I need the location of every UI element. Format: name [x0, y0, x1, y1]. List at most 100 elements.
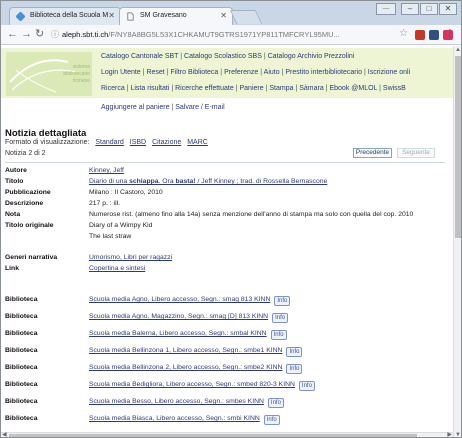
- field-label: Biblioteca: [5, 347, 38, 354]
- nav-link-stampa[interactable]: Stampa: [269, 85, 293, 92]
- user-nav: Login Utente | Reset | Filtro Biblioteca…: [101, 69, 411, 76]
- holding-link[interactable]: Scuola media Biasca, Libero accesso, Seg…: [89, 415, 260, 422]
- format-marc-link[interactable]: MARC: [187, 139, 208, 146]
- field-label: Link: [5, 265, 19, 272]
- address-bar[interactable]: ⓘ aleph.sbt.ti.ch/F/NY8A8BG5L53X1CHKAMUT…: [51, 28, 411, 42]
- window-controls: ‒‒ – □ ✕: [376, 3, 457, 17]
- genre-link[interactable]: Umorismo, Libri per ragazzi: [89, 254, 172, 261]
- info-icon[interactable]: ⓘ: [51, 28, 59, 42]
- holding-row: Biblioteca Scuola media Bellinzona 2, Li…: [5, 363, 449, 374]
- extension-icon[interactable]: [415, 30, 425, 40]
- record-count: Notizia 2 di 2: [5, 150, 46, 157]
- add-to-basket-link[interactable]: Aggiungere al paniere: [101, 104, 170, 111]
- vertical-dots-icon[interactable]: ⋮: [445, 28, 455, 39]
- holding-link[interactable]: Scuola media Balerna, Libero accesso, Se…: [89, 330, 267, 337]
- nav-link-archivio-prezzolini[interactable]: Catalogo Archivio Prezzolini: [268, 53, 355, 60]
- field-value: The last straw: [89, 233, 132, 240]
- title-link[interactable]: Diario di una schiappa. Ora basta! / Jef…: [89, 178, 327, 185]
- nav-link-samara[interactable]: Sàmara: [299, 85, 324, 92]
- info-button[interactable]: Info: [286, 347, 303, 357]
- info-button[interactable]: Info: [274, 296, 291, 306]
- user-profile-button[interactable]: ‒‒: [376, 3, 396, 15]
- field-label: Titolo: [5, 178, 24, 185]
- field-label: Nota: [5, 211, 21, 218]
- nav-link-swissbib[interactable]: SwissB: [383, 85, 406, 92]
- field-label: Titolo originale: [5, 222, 54, 229]
- scroll-left-icon[interactable]: ◀: [2, 431, 7, 437]
- info-button[interactable]: Info: [272, 313, 289, 323]
- cover-link[interactable]: Copertina e sintesi: [89, 265, 145, 272]
- previous-button[interactable]: Precedente: [353, 148, 392, 158]
- holding-link[interactable]: Scuola media Bellinzona 2, Libero access…: [89, 364, 282, 371]
- scroll-right-icon[interactable]: ▶: [447, 431, 452, 437]
- field-label: Biblioteca: [5, 398, 38, 405]
- info-button[interactable]: Info: [286, 364, 303, 374]
- field-label: Pubblicazione: [5, 189, 51, 196]
- scroll-thumb[interactable]: [9, 434, 417, 437]
- tab-strip: Biblioteca della Scuola M ✕ SM Gravesano…: [1, 1, 461, 25]
- scroll-down-icon[interactable]: ▼: [455, 432, 461, 437]
- tab-close-icon[interactable]: ✕: [108, 11, 115, 20]
- nav-link-iscrizione[interactable]: Iscrizione onli: [368, 69, 410, 76]
- info-button[interactable]: Info: [298, 381, 315, 391]
- field-row-nota: Nota Numerose rist. (almeno fino alla 14…: [5, 210, 449, 221]
- back-arrow-icon[interactable]: ←: [7, 28, 18, 41]
- holding-row: Biblioteca Scuola media Bedigliora, Libe…: [5, 380, 449, 391]
- holding-link[interactable]: Scuola media Besso, Libero accesso, Segn…: [89, 398, 264, 405]
- nav-link-ricerca[interactable]: Ricerca: [101, 85, 125, 92]
- close-button[interactable]: ✕: [439, 3, 457, 15]
- field-value: 217 p. : ill.: [89, 200, 120, 207]
- scroll-thumb[interactable]: [455, 56, 461, 238]
- nav-link-prestito[interactable]: Prestito interbibliotecario: [285, 69, 362, 76]
- horizontal-scrollbar[interactable]: ◀ ▶: [1, 431, 453, 437]
- save-email-link[interactable]: Salvare / E-mail: [175, 104, 224, 111]
- holding-link[interactable]: Scuola media Bedigliora, Libero accesso,…: [89, 381, 295, 388]
- book-favicon-icon: [16, 12, 25, 21]
- author-link[interactable]: Kinney, Jeff: [89, 167, 124, 174]
- tab-sm-gravesano[interactable]: SM Gravesano ✕: [119, 7, 233, 25]
- nav-link-catalogo-scolastico[interactable]: Catalogo Scolastico SBS: [184, 53, 262, 60]
- sbt-logo: sistema bibliotecario ticinese: [6, 52, 92, 96]
- url-host: aleph.sbt.ti.ch: [62, 30, 109, 39]
- star-icon[interactable]: ☆: [399, 28, 408, 39]
- maximize-button[interactable]: □: [420, 3, 438, 15]
- field-label: Descrizione: [5, 200, 44, 207]
- info-button[interactable]: Info: [270, 330, 287, 340]
- field-label: Biblioteca: [5, 381, 38, 388]
- nav-link-preferenze[interactable]: Preferenze: [224, 69, 258, 76]
- forward-arrow-icon[interactable]: →: [21, 28, 32, 41]
- holding-link[interactable]: Scuola media Bellinzona 1, Libero access…: [89, 347, 282, 354]
- info-button[interactable]: Info: [263, 415, 280, 425]
- holding-row: Biblioteca Scuola media Bellinzona 1, Li…: [5, 346, 449, 357]
- holding-row: Biblioteca Scuola media Biasca, Libero a…: [5, 414, 449, 425]
- nav-link-filtro[interactable]: Filtro Biblioteca: [170, 69, 218, 76]
- format-standard-link[interactable]: Standard: [95, 139, 123, 146]
- holding-link[interactable]: Scuola media Agno, Magazzino, Segn.: sma…: [89, 313, 268, 320]
- nav-link-aiuto[interactable]: Aiuto: [264, 69, 280, 76]
- minimize-button[interactable]: –: [401, 3, 419, 15]
- tab-biblioteca[interactable]: Biblioteca della Scuola M ✕: [9, 7, 121, 25]
- field-row-link: Link Copertina e sintesi: [5, 264, 449, 275]
- field-label: Biblioteca: [5, 313, 38, 320]
- vertical-scrollbar[interactable]: ▲ ▼: [453, 46, 461, 437]
- nav-link-ricerche-effettuate[interactable]: Ricerche effettuate: [175, 85, 234, 92]
- new-tab-button[interactable]: [229, 10, 263, 24]
- nav-link-reset[interactable]: Reset: [146, 69, 164, 76]
- scroll-up-icon[interactable]: ▲: [455, 47, 461, 53]
- field-row-generi: Generi narrativa Umorismo, Libri per rag…: [5, 253, 449, 264]
- reload-icon[interactable]: ↻: [35, 28, 44, 41]
- nav-link-login[interactable]: Login Utente: [101, 69, 141, 76]
- format-isbd-link[interactable]: ISBD: [130, 139, 146, 146]
- tab-close-icon[interactable]: ✕: [220, 11, 227, 20]
- nav-link-lista-risultati[interactable]: Lista risultati: [130, 85, 169, 92]
- nav-link-catalogo-cantonale[interactable]: Catalogo Cantonale SBT: [101, 53, 178, 60]
- browser-toolbar: ← → ↻ ⓘ aleph.sbt.ti.ch/F/NY8A8BG5L53X1C…: [1, 25, 461, 45]
- holding-row: Biblioteca Scuola media Agno, Libero acc…: [5, 295, 449, 306]
- holding-link[interactable]: Scuola media Agno, Libero accesso, Segn.…: [89, 296, 270, 303]
- nav-link-ebook[interactable]: Ebook @MLOL: [329, 85, 377, 92]
- format-citazione-link[interactable]: Citazione: [152, 139, 181, 146]
- nav-link-paniere[interactable]: Paniere: [239, 85, 263, 92]
- next-button: Seguente: [397, 148, 435, 158]
- info-button[interactable]: Info: [267, 398, 284, 408]
- extension-icon[interactable]: [429, 30, 439, 40]
